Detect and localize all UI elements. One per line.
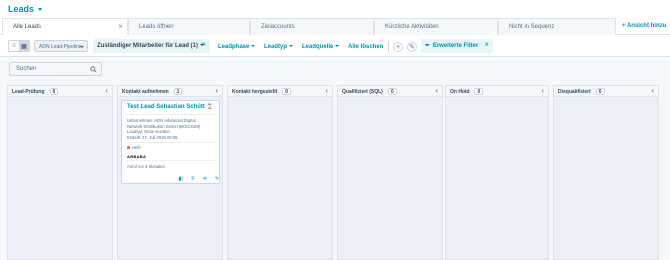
column-header: Qualifiziert (SQL) 0 ‹ [338, 86, 442, 97]
tab-alle-leads[interactable]: Alle Leads × [2, 18, 128, 35]
add-filter-icon[interactable]: + [393, 42, 403, 52]
owner-filter-chip[interactable]: Zuständiger Mitarbeiter für Lead (1) × [93, 39, 210, 53]
column-count-badge: 0 [474, 88, 484, 95]
tab-leads-oeffnen[interactable]: Leads öffnen [128, 18, 250, 35]
owner-name: ARBABA [127, 154, 147, 159]
column-title: Qualifiziert (SQL) [342, 89, 383, 95]
collapse-column-icon[interactable]: ‹ [105, 86, 108, 95]
chevron-down-icon [38, 7, 43, 11]
divider [388, 41, 389, 52]
column-title: Kontakt aufnehmen [122, 89, 169, 95]
created-date: Erstellt: 27. Juli 2026 09:55 [127, 134, 178, 140]
board-column-kontakt-hergestellt: Kontakt hergestellt 0 ‹ [227, 85, 333, 260]
chevron-down-icon [289, 45, 294, 48]
lead-type: Leadtyp: Neue Kunden [127, 129, 170, 134]
remove-advanced-filters-icon[interactable]: × [484, 40, 489, 49]
collapse-column-icon[interactable]: ‹ [325, 86, 328, 95]
task-icon[interactable]: ✎ [214, 176, 220, 182]
column-header: Kontakt aufnehmen 1 ‹ [118, 86, 222, 97]
preview-icon[interactable]: ◧ [178, 176, 184, 182]
column-header: Kontakt hergestellt 0 ‹ [228, 86, 332, 97]
divider [127, 114, 216, 115]
clear-all-button[interactable]: Alle löschen [348, 44, 383, 50]
board-column-on-hold: On Hold 0 ‹ [445, 85, 549, 260]
chevron-down-icon [80, 45, 84, 48]
chevron-down-icon [335, 45, 340, 48]
filter-bar: ≡ ▦ ADN Lead-Pipeline Zuständiger Mitarb… [0, 35, 670, 57]
filter-leadtyp[interactable]: Leadtyp [264, 44, 294, 50]
email-icon[interactable]: ✉ [202, 176, 208, 182]
column-count-badge: 1 [173, 88, 183, 95]
column-count-badge: 0 [595, 88, 605, 95]
collapse-column-icon[interactable]: ‹ [651, 86, 654, 95]
column-count-badge: 0 [49, 88, 59, 95]
tab-label: Zielaccounts [261, 24, 295, 30]
view-toggle: ≡ ▦ [8, 40, 30, 52]
tab-nicht-in-sequenz[interactable]: Nicht in Sequenz [498, 18, 616, 35]
column-title: On Hold [450, 89, 470, 95]
filter-leadphase[interactable]: Leadphase [218, 44, 256, 50]
hourglass-icon: ⌛ [206, 104, 214, 110]
column-count-badge: 0 [282, 88, 292, 95]
column-header: Lead-Prüfung 0 ‹ [8, 86, 112, 97]
tab-label: Kürzliche Aktivitäten [385, 24, 439, 30]
collapse-column-icon[interactable]: ‹ [541, 86, 544, 95]
filter-funnel-icon: ⏷ [425, 43, 430, 49]
collapse-column-icon[interactable]: ‹ [435, 86, 438, 95]
company-line: Unternehmen: ADN Advanced Digital [127, 118, 196, 123]
pipeline-select-value: ADN Lead-Pipeline [39, 44, 82, 50]
pipeline-select[interactable]: ADN Lead-Pipeline [34, 40, 88, 52]
advanced-filters-chip[interactable]: ⏷ Erweiterte Filter × [421, 39, 493, 53]
tab-label: Leads öffnen [139, 24, 174, 30]
column-title: Lead-Prüfung [12, 89, 45, 95]
search-input[interactable]: Suchen [9, 62, 102, 76]
lead-card[interactable]: Test Lead Sebastian Schütt ⌛ Unternehmen:… [121, 100, 220, 184]
tab-label: Nicht in Sequenz [509, 24, 555, 30]
column-count-badge: 0 [387, 88, 397, 95]
search-placeholder: Suchen [16, 66, 37, 72]
board-column-disqualifiziert: Disqualifiziert 0 ‹ [553, 85, 659, 260]
lead-temperature: Heiß [127, 145, 141, 150]
close-tab-icon[interactable]: × [118, 22, 123, 31]
divider [127, 142, 216, 143]
chevron-down-icon [251, 45, 256, 48]
filter-label: Leadphase [218, 44, 250, 50]
temperature-label: Heiß [132, 145, 141, 150]
tab-zielaccounts[interactable]: Zielaccounts [250, 18, 374, 35]
tab-label: Alle Leads [13, 24, 42, 30]
card-actions: ◧ ✆ ✉ ✎ [178, 176, 220, 182]
top-bar: Leads [0, 0, 670, 18]
divider [127, 160, 216, 161]
filter-label: Leadquelle [302, 44, 334, 50]
company-line: Network Distribution GmbH (BOCHUM) [127, 123, 201, 129]
filter-leadquelle[interactable]: Leadquelle [302, 44, 340, 50]
remove-filter-icon[interactable]: × [201, 40, 206, 49]
advanced-filters-label: Erweiterte Filter [432, 43, 479, 49]
board-column-qualifiziert-sql: Qualifiziert (SQL) 0 ‹ [337, 85, 443, 260]
phone-icon[interactable]: ✆ [190, 176, 196, 182]
page-title-dropdown[interactable]: Leads [8, 4, 43, 14]
column-title: Disqualifiziert [558, 89, 591, 95]
page-title: Leads [8, 4, 35, 14]
owner-filter-label: Zuständiger Mitarbeiter für Lead (1) [97, 43, 199, 49]
lead-card-title[interactable]: Test Lead Sebastian Schütt [127, 104, 205, 110]
filter-label: Leadtyp [264, 44, 288, 50]
view-tabs: Alle Leads × Leads öffnen Zielaccounts K… [0, 18, 670, 35]
edit-pencil-icon[interactable]: ✎ [407, 42, 417, 52]
column-title: Kontakt hergestellt [232, 89, 278, 95]
search-icon [90, 66, 97, 73]
column-header: Disqualifiziert 0 ‹ [554, 86, 658, 97]
board-view-icon[interactable]: ▦ [19, 41, 29, 51]
list-view-icon[interactable]: ≡ [9, 41, 19, 51]
board-column-lead-pruefung: Lead-Prüfung 0 ‹ [7, 85, 113, 260]
column-header: On Hold 0 ‹ [446, 86, 548, 97]
collapse-column-icon[interactable]: ‹ [215, 86, 218, 95]
add-view-button[interactable]: + Ansicht hinzu [622, 23, 666, 29]
board-column-kontakt-aufnehmen: Kontakt aufnehmen 1 ‹ Test Lead Sebastian… [117, 85, 223, 260]
tab-kuerzliche-aktivitaeten[interactable]: Kürzliche Aktivitäten [374, 18, 498, 35]
hot-indicator-icon [127, 146, 130, 150]
last-activity: Anruf vor 6 Monaten [127, 164, 165, 169]
